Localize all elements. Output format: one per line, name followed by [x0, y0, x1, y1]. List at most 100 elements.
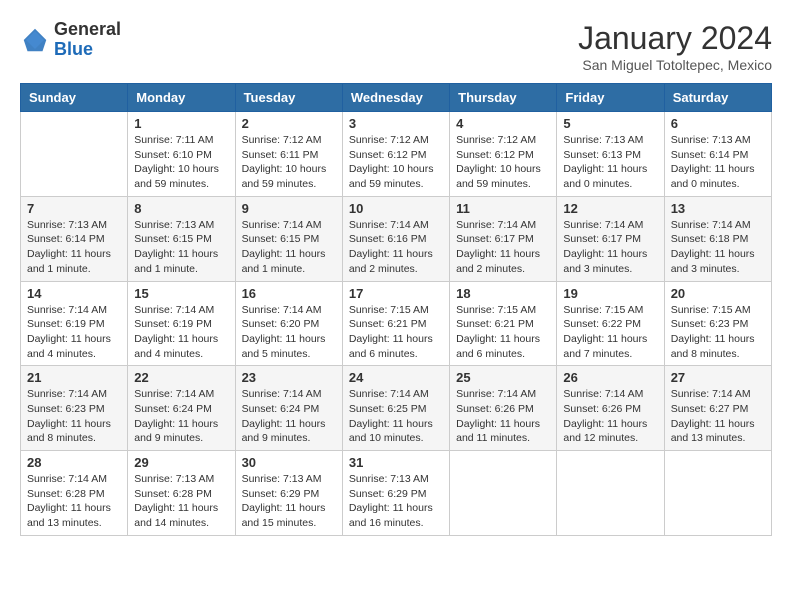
- calendar-week-5: 28 Sunrise: 7:14 AM Sunset: 6:28 PM Dayli…: [21, 451, 772, 536]
- day-number: 5: [563, 116, 657, 131]
- day-number: 19: [563, 286, 657, 301]
- weekday-header-sunday: Sunday: [21, 84, 128, 112]
- day-info: Sunrise: 7:15 AM Sunset: 6:21 PM Dayligh…: [456, 303, 550, 362]
- calendar-cell: 11 Sunrise: 7:14 AM Sunset: 6:17 PM Dayli…: [450, 196, 557, 281]
- location-title: San Miguel Totoltepec, Mexico: [578, 57, 772, 73]
- day-number: 18: [456, 286, 550, 301]
- day-info: Sunrise: 7:14 AM Sunset: 6:17 PM Dayligh…: [563, 218, 657, 277]
- calendar-cell: 7 Sunrise: 7:13 AM Sunset: 6:14 PM Daylig…: [21, 196, 128, 281]
- day-info: Sunrise: 7:14 AM Sunset: 6:19 PM Dayligh…: [27, 303, 121, 362]
- calendar-cell: 8 Sunrise: 7:13 AM Sunset: 6:15 PM Daylig…: [128, 196, 235, 281]
- day-number: 26: [563, 370, 657, 385]
- title-block: January 2024 San Miguel Totoltepec, Mexi…: [578, 20, 772, 73]
- day-number: 1: [134, 116, 228, 131]
- calendar-week-4: 21Sunrise: 7:14 AM Sunset: 6:23 PM Dayli…: [21, 366, 772, 451]
- logo-general-text: General: [54, 20, 121, 40]
- day-number: 21: [27, 370, 121, 385]
- logo-blue-text: Blue: [54, 40, 121, 60]
- logo: General Blue: [20, 20, 121, 60]
- day-number: 11: [456, 201, 550, 216]
- day-info: Sunrise: 7:11 AM Sunset: 6:10 PM Dayligh…: [134, 133, 228, 192]
- calendar-cell: 29 Sunrise: 7:13 AM Sunset: 6:28 PM Dayli…: [128, 451, 235, 536]
- day-info: Sunrise: 7:13 AM Sunset: 6:29 PM Dayligh…: [242, 472, 336, 531]
- day-number: 8: [134, 201, 228, 216]
- calendar-cell: 17 Sunrise: 7:15 AM Sunset: 6:21 PM Dayli…: [342, 281, 449, 366]
- day-number: 31: [349, 455, 443, 470]
- day-number: 4: [456, 116, 550, 131]
- calendar-cell: 31 Sunrise: 7:13 AM Sunset: 6:29 PM Dayli…: [342, 451, 449, 536]
- calendar-cell: 22 Sunrise: 7:14 AM Sunset: 6:24 PM Dayli…: [128, 366, 235, 451]
- day-number: 6: [671, 116, 765, 131]
- day-number: 25: [456, 370, 550, 385]
- weekday-header-row: SundayMondayTuesdayWednesdayThursdayFrid…: [21, 84, 772, 112]
- calendar-cell: [21, 112, 128, 197]
- day-info: Sunrise: 7:14 AM Sunset: 6:28 PM Dayligh…: [27, 472, 121, 531]
- day-number: 17: [349, 286, 443, 301]
- calendar-cell: [664, 451, 771, 536]
- calendar-week-3: 14 Sunrise: 7:14 AM Sunset: 6:19 PM Dayli…: [21, 281, 772, 366]
- logo-text: General Blue: [54, 20, 121, 60]
- calendar-body: 1 Sunrise: 7:11 AM Sunset: 6:10 PM Daylig…: [21, 112, 772, 536]
- day-info: Sunrise: 7:14 AM Sunset: 6:24 PM Dayligh…: [242, 387, 336, 446]
- calendar-cell: 4 Sunrise: 7:12 AM Sunset: 6:12 PM Daylig…: [450, 112, 557, 197]
- calendar-cell: 1 Sunrise: 7:11 AM Sunset: 6:10 PM Daylig…: [128, 112, 235, 197]
- day-number: 16: [242, 286, 336, 301]
- calendar-week-1: 1 Sunrise: 7:11 AM Sunset: 6:10 PM Daylig…: [21, 112, 772, 197]
- day-info: Sunrise: 7:13 AM Sunset: 6:29 PM Dayligh…: [349, 472, 443, 531]
- calendar-cell: [557, 451, 664, 536]
- calendar-cell: 14 Sunrise: 7:14 AM Sunset: 6:19 PM Dayli…: [21, 281, 128, 366]
- day-number: 30: [242, 455, 336, 470]
- day-number: 12: [563, 201, 657, 216]
- calendar-cell: 16 Sunrise: 7:14 AM Sunset: 6:20 PM Dayli…: [235, 281, 342, 366]
- month-title: January 2024: [578, 20, 772, 57]
- day-number: 29: [134, 455, 228, 470]
- day-info: Sunrise: 7:14 AM Sunset: 6:17 PM Dayligh…: [456, 218, 550, 277]
- day-info: Sunrise: 7:14 AM Sunset: 6:27 PM Dayligh…: [671, 387, 765, 446]
- calendar-cell: 10 Sunrise: 7:14 AM Sunset: 6:16 PM Dayli…: [342, 196, 449, 281]
- day-number: 22: [134, 370, 228, 385]
- calendar-cell: 6 Sunrise: 7:13 AM Sunset: 6:14 PM Daylig…: [664, 112, 771, 197]
- day-number: 2: [242, 116, 336, 131]
- day-info: Sunrise: 7:12 AM Sunset: 6:11 PM Dayligh…: [242, 133, 336, 192]
- day-info: Sunrise: 7:13 AM Sunset: 6:14 PM Dayligh…: [671, 133, 765, 192]
- day-info: Sunrise: 7:15 AM Sunset: 6:21 PM Dayligh…: [349, 303, 443, 362]
- day-number: 23: [242, 370, 336, 385]
- calendar-table: SundayMondayTuesdayWednesdayThursdayFrid…: [20, 83, 772, 536]
- day-number: 14: [27, 286, 121, 301]
- day-number: 20: [671, 286, 765, 301]
- day-info: Sunrise: 7:14 AM Sunset: 6:20 PM Dayligh…: [242, 303, 336, 362]
- day-info: Sunrise: 7:14 AM Sunset: 6:26 PM Dayligh…: [456, 387, 550, 446]
- calendar-cell: 24Sunrise: 7:14 AM Sunset: 6:25 PM Dayli…: [342, 366, 449, 451]
- logo-icon: [20, 25, 50, 55]
- calendar-cell: 2 Sunrise: 7:12 AM Sunset: 6:11 PM Daylig…: [235, 112, 342, 197]
- calendar-cell: 3Sunrise: 7:12 AM Sunset: 6:12 PM Daylig…: [342, 112, 449, 197]
- day-info: Sunrise: 7:13 AM Sunset: 6:15 PM Dayligh…: [134, 218, 228, 277]
- day-info: Sunrise: 7:13 AM Sunset: 6:14 PM Dayligh…: [27, 218, 121, 277]
- day-number: 24: [349, 370, 443, 385]
- calendar-cell: 13 Sunrise: 7:14 AM Sunset: 6:18 PM Dayli…: [664, 196, 771, 281]
- day-number: 27: [671, 370, 765, 385]
- day-number: 28: [27, 455, 121, 470]
- calendar-cell: 23 Sunrise: 7:14 AM Sunset: 6:24 PM Dayli…: [235, 366, 342, 451]
- day-info: Sunrise: 7:14 AM Sunset: 6:16 PM Dayligh…: [349, 218, 443, 277]
- day-info: Sunrise: 7:14 AM Sunset: 6:18 PM Dayligh…: [671, 218, 765, 277]
- day-info: Sunrise: 7:14 AM Sunset: 6:26 PM Dayligh…: [563, 387, 657, 446]
- day-info: Sunrise: 7:14 AM Sunset: 6:24 PM Dayligh…: [134, 387, 228, 446]
- day-info: Sunrise: 7:14 AM Sunset: 6:19 PM Dayligh…: [134, 303, 228, 362]
- day-number: 7: [27, 201, 121, 216]
- weekday-header-wednesday: Wednesday: [342, 84, 449, 112]
- day-info: Sunrise: 7:12 AM Sunset: 6:12 PM Dayligh…: [349, 133, 443, 192]
- day-info: Sunrise: 7:12 AM Sunset: 6:12 PM Dayligh…: [456, 133, 550, 192]
- calendar-cell: 18 Sunrise: 7:15 AM Sunset: 6:21 PM Dayli…: [450, 281, 557, 366]
- weekday-header-tuesday: Tuesday: [235, 84, 342, 112]
- calendar-cell: 30 Sunrise: 7:13 AM Sunset: 6:29 PM Dayli…: [235, 451, 342, 536]
- calendar-cell: 21Sunrise: 7:14 AM Sunset: 6:23 PM Dayli…: [21, 366, 128, 451]
- calendar-header: SundayMondayTuesdayWednesdayThursdayFrid…: [21, 84, 772, 112]
- day-number: 13: [671, 201, 765, 216]
- calendar-cell: 25 Sunrise: 7:14 AM Sunset: 6:26 PM Dayli…: [450, 366, 557, 451]
- day-number: 15: [134, 286, 228, 301]
- day-info: Sunrise: 7:13 AM Sunset: 6:13 PM Dayligh…: [563, 133, 657, 192]
- day-info: Sunrise: 7:13 AM Sunset: 6:28 PM Dayligh…: [134, 472, 228, 531]
- calendar-cell: 28 Sunrise: 7:14 AM Sunset: 6:28 PM Dayli…: [21, 451, 128, 536]
- day-number: 10: [349, 201, 443, 216]
